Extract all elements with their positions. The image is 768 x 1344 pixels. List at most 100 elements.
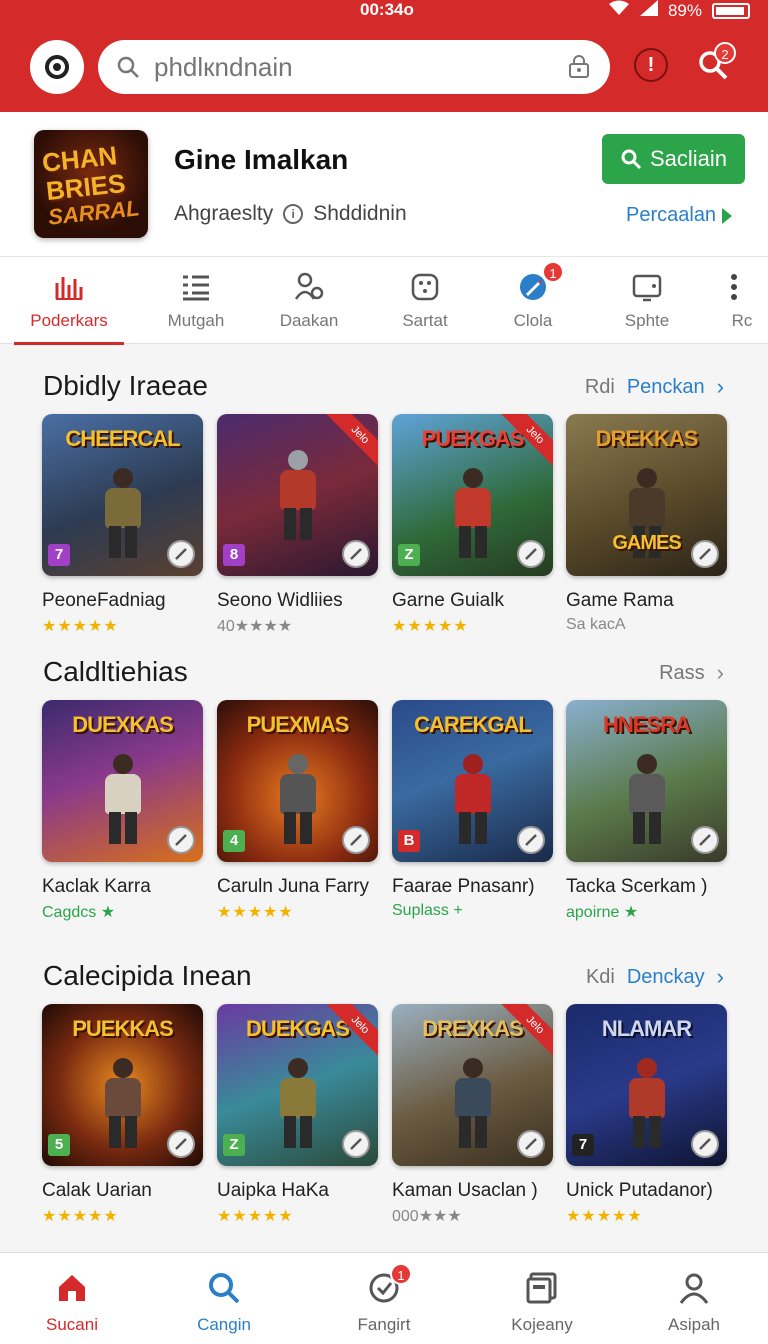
game-rating: 40★★★★ [217, 618, 293, 635]
tab-sphte[interactable]: Sphte [592, 257, 702, 345]
section-more-blue: Penckan [626, 375, 705, 398]
game-rating: apoirne ★ [566, 904, 639, 921]
game-thumbnail: HNESRA [566, 700, 727, 862]
game-rating: Suplass + [392, 902, 463, 919]
download-icon[interactable] [517, 1130, 545, 1158]
app-developer[interactable]: Ahgraeslty [174, 202, 273, 226]
battery-icon [712, 2, 750, 19]
character-figure [95, 468, 151, 558]
nav-label: Fangirt [357, 1315, 411, 1334]
people-icon [294, 272, 324, 300]
nav-label: Sucani [46, 1315, 98, 1334]
game-rating: ★★★★★ [217, 1208, 294, 1225]
game-card[interactable]: DUEXKAS Kaclak Karra Cagdcs ★ [42, 700, 203, 922]
character-figure [270, 450, 326, 540]
character-figure [95, 754, 151, 844]
card-row: CHEERCAL 7 PeoneFadniag ★★★★★ Jelo 8 Seo… [42, 414, 742, 644]
section-caldltiehias: Caldltiehias Rass › DUEXKAS Kaclak Karra… [0, 656, 768, 936]
chevron-right-icon [722, 207, 733, 224]
tab-label: Sphte [624, 311, 670, 330]
alert-button[interactable]: ! [634, 48, 668, 82]
nav-home[interactable]: Sucani [2, 1253, 142, 1344]
nav-label: Asipah [668, 1315, 720, 1334]
search-input[interactable] [154, 51, 566, 83]
tab-daakan[interactable]: Daakan [254, 257, 364, 345]
game-card[interactable]: Jelo 8 Seono Widliies 40★★★★ [217, 414, 378, 636]
download-icon[interactable] [691, 1130, 719, 1158]
more-icon [731, 274, 737, 300]
game-card[interactable]: CHEERCAL 7 PeoneFadniag ★★★★★ [42, 414, 203, 636]
tablet-icon [632, 274, 662, 302]
lock-icon[interactable] [566, 54, 592, 80]
wifi-icon [608, 0, 630, 21]
thumbnail-title: DUEXKAS [72, 712, 174, 737]
game-card[interactable]: HNESRA Tacka Scerkam ) apoirne ★ [566, 700, 727, 922]
game-card[interactable]: NLAMAR 7 Unick Putadanor) ★★★★★ [566, 1004, 727, 1226]
game-card[interactable]: PUEKKAS 5 Calak Uarian ★★★★★ [42, 1004, 203, 1226]
section-more-link[interactable]: Rdi Penckan › [585, 374, 724, 400]
download-icon[interactable] [167, 540, 195, 568]
search-bar[interactable] [98, 40, 610, 94]
ribbon-label: Jelo [325, 414, 378, 470]
game-thumbnail: DREKKAS GAMES [566, 414, 727, 576]
age-badge: Z [398, 544, 420, 566]
game-name: Tacka Scerkam ) [566, 876, 708, 897]
tab-more[interactable]: Rc [700, 257, 768, 345]
thumbnail-title: NLAMAR [601, 1016, 692, 1041]
section-more-link[interactable]: Rass › [659, 660, 724, 686]
chart-icon [55, 277, 83, 300]
age-badge: 4 [223, 830, 245, 852]
download-icon[interactable] [517, 826, 545, 854]
home-icon [59, 1275, 85, 1301]
nav-library[interactable]: Kojeany [472, 1253, 612, 1344]
character-figure [270, 754, 326, 844]
game-name: Faarae Pnasanr) [392, 876, 535, 897]
tab-sartat[interactable]: Sartat [370, 257, 480, 345]
nav-profile[interactable]: Asipah [624, 1253, 764, 1344]
search-icon [621, 149, 642, 170]
game-card[interactable]: DREXKAS Jelo Kaman Usaclan ) 000★★★ [392, 1004, 553, 1226]
details-link[interactable]: Percaalan [626, 204, 733, 227]
game-thumbnail: PUEXMAS 4 [217, 700, 378, 862]
character-figure [445, 468, 501, 558]
game-card[interactable]: DUEKGAS Jelo Z Uaipka HaKa ★★★★★ [217, 1004, 378, 1226]
download-icon[interactable] [342, 1130, 370, 1158]
details-link-label: Percaalan [626, 204, 717, 226]
game-thumbnail: CHEERCAL 7 [42, 414, 203, 576]
download-icon[interactable] [167, 1130, 195, 1158]
game-card[interactable]: DREKKAS GAMES Game Rama Sa kacA [566, 414, 727, 634]
nav-search[interactable]: Cangin [154, 1253, 294, 1344]
game-card[interactable]: PUEKGAS Jelo Z Garne Guialk ★★★★★ [392, 414, 553, 636]
download-icon[interactable] [342, 540, 370, 568]
info-icon[interactable]: i [283, 204, 304, 224]
game-rating: ★★★★★ [217, 904, 294, 921]
game-thumbnail: DUEKGAS Jelo Z [217, 1004, 378, 1166]
section-more-link[interactable]: Kdi Denckay › [586, 964, 724, 990]
app-header: 00:34o 89% ! [0, 0, 768, 112]
download-icon[interactable] [517, 540, 545, 568]
notification-search-button[interactable]: 2 [696, 42, 736, 82]
tab-poderkars[interactable]: Poderkars [14, 257, 124, 345]
tab-mutgah[interactable]: Mutgah [141, 257, 251, 345]
download-icon[interactable] [167, 826, 195, 854]
game-card[interactable]: PUEXMAS 4 Caruln Juna Farry ★★★★★ [217, 700, 378, 922]
nav-updates[interactable]: 1 Fangirt [314, 1253, 454, 1344]
game-icon[interactable]: CHAN BRIES SARRAL [34, 130, 148, 238]
install-button[interactable]: Sacliain [602, 134, 745, 184]
app-category: Shddidnin [313, 202, 407, 225]
tab-clola[interactable]: 1 Clola [478, 257, 588, 345]
profile-icon [679, 1273, 709, 1304]
download-icon[interactable] [691, 826, 719, 854]
download-icon[interactable] [342, 826, 370, 854]
section-title: Calecipida Inean [43, 960, 252, 991]
download-icon[interactable] [691, 540, 719, 568]
thumbnail-title: HNESRA [603, 712, 691, 737]
app-subtitle: Ahgraeslty i Shddidnin [174, 202, 407, 226]
character-figure [619, 1058, 675, 1148]
game-name: Caruln Juna Farry [217, 876, 370, 897]
game-card[interactable]: CAREKGAL B Faarae Pnasanr) Suplass + [392, 700, 553, 920]
tab-label: Mutgah [167, 311, 225, 330]
game-rating: Cagdcs ★ [42, 904, 116, 921]
game-rating: ★★★★★ [566, 1208, 643, 1225]
app-logo[interactable] [30, 40, 84, 94]
